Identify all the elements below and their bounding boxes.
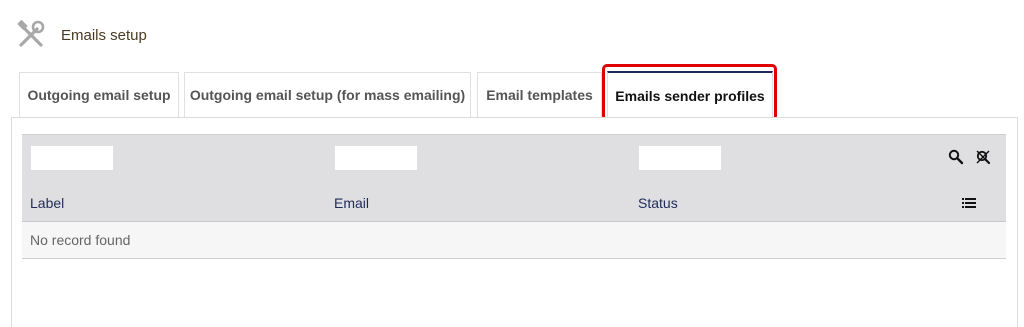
status-filter-input[interactable] xyxy=(638,145,722,171)
filter-row xyxy=(22,134,1006,184)
empty-state-row: No record found xyxy=(22,222,1006,259)
search-icon[interactable] xyxy=(947,148,965,166)
tab-outgoing-email-setup[interactable]: Outgoing email setup xyxy=(19,72,179,117)
email-filter-input[interactable] xyxy=(334,145,418,171)
highlight-box xyxy=(602,64,777,121)
column-header-status[interactable]: Status xyxy=(638,195,678,211)
clear-filter-icon[interactable] xyxy=(974,148,992,166)
tab-outgoing-email-setup-mass[interactable]: Outgoing email setup (for mass emailing) xyxy=(184,72,471,117)
tab-email-templates[interactable]: Email templates xyxy=(477,72,602,117)
column-header-row: Label Email Status xyxy=(22,184,1006,222)
empty-message: No record found xyxy=(30,232,131,248)
column-header-label[interactable]: Label xyxy=(30,195,64,211)
label-filter-input[interactable] xyxy=(30,145,114,171)
sender-profiles-table: Label Email Status No record found xyxy=(22,134,1006,259)
tools-icon xyxy=(14,18,48,52)
column-header-email[interactable]: Email xyxy=(334,195,369,211)
page-title: Emails setup xyxy=(61,26,147,44)
list-icon[interactable] xyxy=(960,194,978,212)
page-header: Emails setup xyxy=(14,20,147,50)
